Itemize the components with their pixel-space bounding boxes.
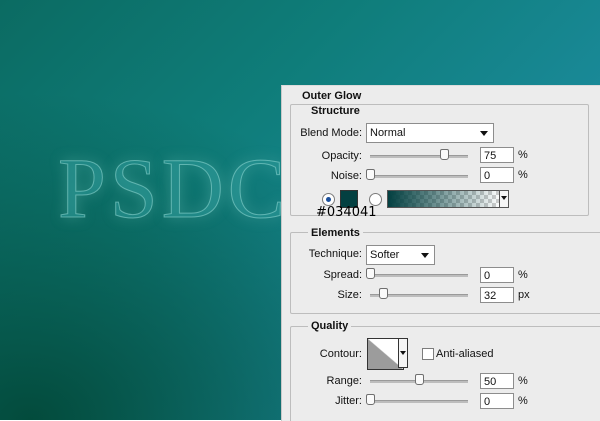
anti-aliased-label: Anti-aliased [436,348,494,360]
range-input[interactable]: 50 [480,373,514,389]
jitter-slider-thumb[interactable] [366,394,375,405]
elements-title: Elements [308,227,363,239]
canvas-glow-text: PSDC [57,140,290,237]
quality-title: Quality [308,320,352,332]
chevron-down-icon [501,196,507,200]
spread-input[interactable]: 0 [480,267,514,283]
dialog-title: Outer Glow [302,90,362,102]
noise-label: Noise: [330,170,362,182]
size-slider-thumb[interactable] [378,288,388,299]
anti-aliased-checkbox[interactable] [422,348,434,360]
blend-mode-value: Normal [370,127,406,139]
opacity-input[interactable]: 75 [480,147,514,163]
contour-label: Contour: [319,348,362,360]
range-unit: % [518,375,528,387]
range-label: Range: [326,375,362,387]
spread-slider-track[interactable] [370,274,468,277]
opacity-unit: % [518,149,528,161]
jitter-input[interactable]: 0 [480,393,514,409]
contour-dropdown-button[interactable] [398,338,408,368]
outer-glow-panel: Outer Glow Structure Blend Mode: Normal … [281,85,600,421]
technique-value: Softer [370,249,400,261]
spread-unit: % [518,269,528,281]
opacity-slider-thumb[interactable] [439,149,449,160]
size-unit: px [518,289,530,301]
opacity-slider-track[interactable] [370,155,468,158]
noise-slider-track[interactable] [370,175,468,178]
size-label: Size: [337,289,362,301]
structure-title: Structure [308,105,363,117]
jitter-slider-track[interactable] [370,400,468,403]
noise-slider-thumb[interactable] [366,169,375,180]
technique-label: Technique: [308,248,362,260]
noise-unit: % [518,169,528,181]
chevron-down-icon [421,253,429,258]
jitter-unit: % [518,395,528,407]
chevron-down-icon [480,131,488,136]
technique-select[interactable]: Softer [366,245,435,265]
jitter-label: Jitter: [335,395,362,407]
range-slider-thumb[interactable] [415,374,424,385]
size-input[interactable]: 32 [480,287,514,303]
noise-input[interactable]: 0 [480,167,514,183]
glow-color-hex-label: #034041 [316,205,377,220]
spread-slider-thumb[interactable] [366,268,375,279]
opacity-label: Opacity: [321,150,362,162]
gradient-dropdown-button[interactable] [499,190,509,208]
blend-mode-select[interactable]: Normal [366,123,494,143]
blend-mode-label: Blend Mode: [300,127,362,139]
chevron-down-icon [400,351,406,355]
gradient-preview[interactable] [387,190,502,208]
spread-label: Spread: [323,269,362,281]
